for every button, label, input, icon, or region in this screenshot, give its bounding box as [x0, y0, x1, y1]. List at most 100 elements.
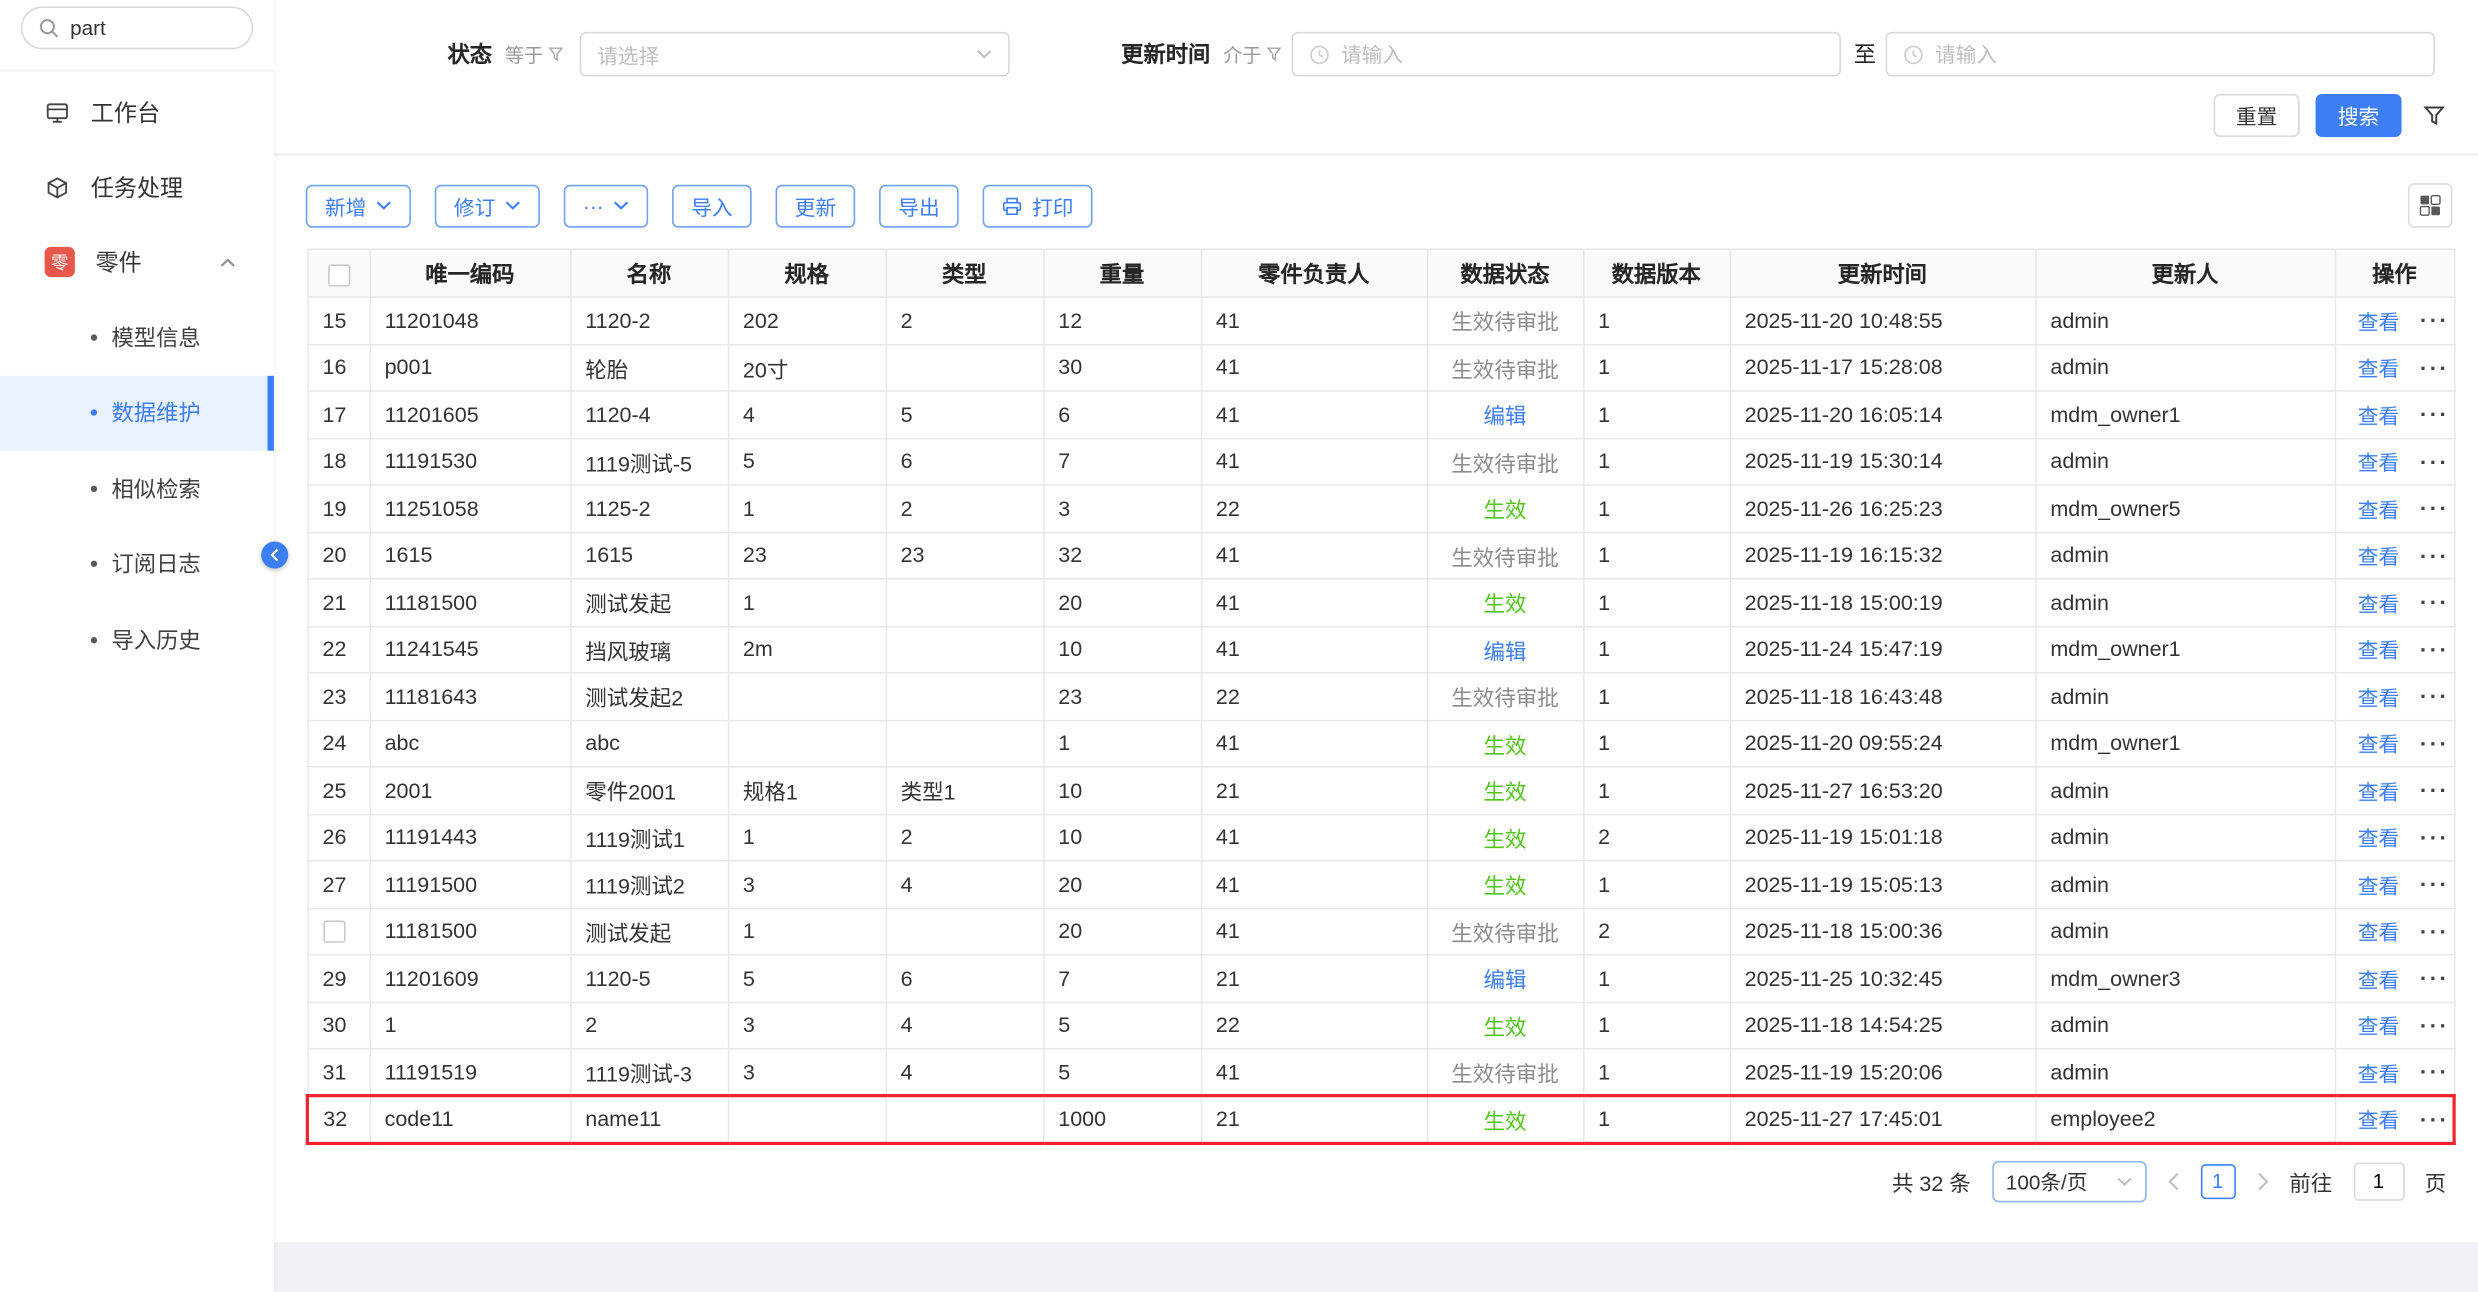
more-actions-icon[interactable]: ··· — [2420, 402, 2449, 427]
column-settings-button[interactable] — [2408, 183, 2453, 228]
more-menu-button[interactable]: ··· — [564, 184, 648, 227]
view-link[interactable]: 查看 — [2358, 587, 2399, 617]
prev-page-button[interactable] — [2167, 1171, 2180, 1190]
reset-button[interactable]: 重置 — [2214, 94, 2300, 137]
status-badge: 生效 — [1483, 593, 1526, 617]
time-from-input[interactable] — [1341, 42, 1824, 66]
status-badge: 生效 — [1483, 734, 1526, 758]
status-select-placeholder: 请选择 — [597, 39, 659, 69]
more-actions-icon[interactable]: ··· — [2420, 1106, 2449, 1131]
view-link[interactable]: 查看 — [2358, 869, 2399, 899]
cell-actions: 查看 ··· — [2335, 1096, 2454, 1143]
table-row: 26 11191443 1119测试1 1 2 10 41 生效 2 2025-… — [307, 814, 2454, 861]
cell-spec: 1 — [728, 814, 886, 861]
cell-updater: admin — [2035, 532, 2334, 579]
time-to-input[interactable] — [1935, 42, 2418, 66]
more-actions-icon[interactable]: ··· — [2420, 1059, 2449, 1084]
view-link[interactable]: 查看 — [2358, 775, 2399, 805]
cell-code: 11181643 — [369, 673, 570, 720]
sidebar-item-subscription-log[interactable]: 订阅日志 — [0, 526, 274, 602]
sidebar-item-similarity-search[interactable]: 相似检索 — [0, 451, 274, 527]
view-link[interactable]: 查看 — [2358, 963, 2399, 993]
view-link[interactable]: 查看 — [2358, 634, 2399, 664]
view-link[interactable]: 查看 — [2358, 446, 2399, 476]
view-link[interactable]: 查看 — [2358, 1104, 2399, 1134]
time-from-field[interactable] — [1292, 32, 1841, 77]
view-link[interactable]: 查看 — [2358, 728, 2399, 758]
more-actions-icon[interactable]: ··· — [2420, 496, 2449, 521]
view-link[interactable]: 查看 — [2358, 1010, 2399, 1040]
cell-actions: 查看 ··· — [2335, 814, 2454, 861]
more-actions-icon[interactable]: ··· — [2420, 590, 2449, 615]
import-button[interactable]: 导入 — [672, 184, 752, 227]
more-actions-icon[interactable]: ··· — [2420, 965, 2449, 990]
status-select[interactable]: 请选择 — [580, 32, 1010, 77]
sidebar-item-data-maintenance[interactable]: 数据维护 — [0, 375, 274, 451]
grid-icon — [2419, 194, 2441, 216]
more-actions-icon[interactable]: ··· — [2420, 637, 2449, 662]
more-actions-icon[interactable]: ··· — [2420, 684, 2449, 709]
table-row: 24 abc abc 1 41 生效 1 2025-11-20 09:55:24… — [307, 720, 2454, 767]
view-link[interactable]: 查看 — [2358, 352, 2399, 382]
status-badge: 生效待审批 — [1451, 922, 1558, 946]
cell-spec — [728, 1096, 886, 1143]
col-header-updater: 更新人 — [2035, 249, 2334, 297]
current-page[interactable]: 1 — [2200, 1163, 2235, 1198]
more-actions-icon[interactable]: ··· — [2420, 1012, 2449, 1037]
next-page-button[interactable] — [2256, 1171, 2269, 1190]
cell-code: abc — [369, 720, 570, 767]
time-to-field[interactable] — [1886, 32, 2435, 77]
print-button[interactable]: 打印 — [983, 184, 1093, 227]
more-actions-icon[interactable]: ··· — [2420, 918, 2449, 943]
cell-version: 1 — [1583, 532, 1730, 579]
view-link[interactable]: 查看 — [2358, 1057, 2399, 1087]
to-label: 至 — [1854, 38, 1876, 70]
more-actions-icon[interactable]: ··· — [2420, 449, 2449, 474]
more-actions-icon[interactable]: ··· — [2420, 825, 2449, 850]
sidebar-item-workbench[interactable]: 工作台 — [0, 75, 274, 150]
view-link[interactable]: 查看 — [2358, 681, 2399, 711]
time-operator[interactable]: 介于 — [1223, 41, 1282, 68]
sidebar-search-input[interactable] — [70, 16, 229, 40]
more-actions-icon[interactable]: ··· — [2420, 355, 2449, 380]
search-button[interactable]: 搜索 — [2316, 94, 2402, 137]
cell-status: 生效 — [1427, 814, 1583, 861]
status-operator[interactable]: 等于 — [505, 41, 564, 68]
filter-panel: 状态 等于 请选择 更新时间 介于 — [274, 0, 2478, 153]
update-button[interactable]: 更新 — [776, 184, 856, 227]
view-link[interactable]: 查看 — [2358, 822, 2399, 852]
export-button[interactable]: 导出 — [879, 184, 959, 227]
view-link[interactable]: 查看 — [2358, 916, 2399, 946]
more-actions-icon[interactable]: ··· — [2420, 872, 2449, 897]
select-all-checkbox[interactable] — [327, 264, 349, 286]
add-button[interactable]: 新增 — [306, 184, 411, 227]
cell-owner: 41 — [1201, 579, 1427, 626]
sidebar-item-tasks[interactable]: 任务处理 — [0, 150, 274, 225]
cell-weight: 10 — [1043, 626, 1201, 673]
goto-page-input[interactable] — [2353, 1162, 2404, 1200]
cell-actions: 查看 ··· — [2335, 344, 2454, 391]
cell-actions: 查看 ··· — [2335, 532, 2454, 579]
sidebar-collapse-button[interactable] — [261, 541, 288, 568]
view-link[interactable]: 查看 — [2358, 493, 2399, 523]
status-badge: 生效待审批 — [1451, 1062, 1558, 1086]
cell-status: 生效 — [1427, 720, 1583, 767]
view-link[interactable]: 查看 — [2358, 305, 2399, 335]
cell-spec: 1 — [728, 908, 886, 955]
sidebar-item-model-info[interactable]: 模型信息 — [0, 299, 274, 375]
row-checkbox[interactable] — [322, 921, 344, 943]
sidebar-item-import-history[interactable]: 导入历史 — [0, 602, 274, 678]
more-actions-icon[interactable]: ··· — [2420, 308, 2449, 333]
more-actions-icon[interactable]: ··· — [2420, 543, 2449, 568]
view-link[interactable]: 查看 — [2358, 399, 2399, 429]
page-size-select[interactable]: 100条/页 — [1991, 1160, 2145, 1201]
revise-button[interactable]: 修订 — [435, 184, 540, 227]
sidebar-item-parts[interactable]: 零 零件 — [0, 225, 274, 300]
sidebar-search[interactable] — [21, 6, 254, 49]
more-actions-icon[interactable]: ··· — [2420, 731, 2449, 756]
status-badge: 生效 — [1483, 1110, 1526, 1134]
filter-funnel-icon[interactable] — [2422, 104, 2446, 126]
view-link[interactable]: 查看 — [2358, 540, 2399, 570]
content-card: 新增 修订 ··· 导入 更新 导出 打印 — [274, 156, 2478, 1242]
more-actions-icon[interactable]: ··· — [2420, 778, 2449, 803]
